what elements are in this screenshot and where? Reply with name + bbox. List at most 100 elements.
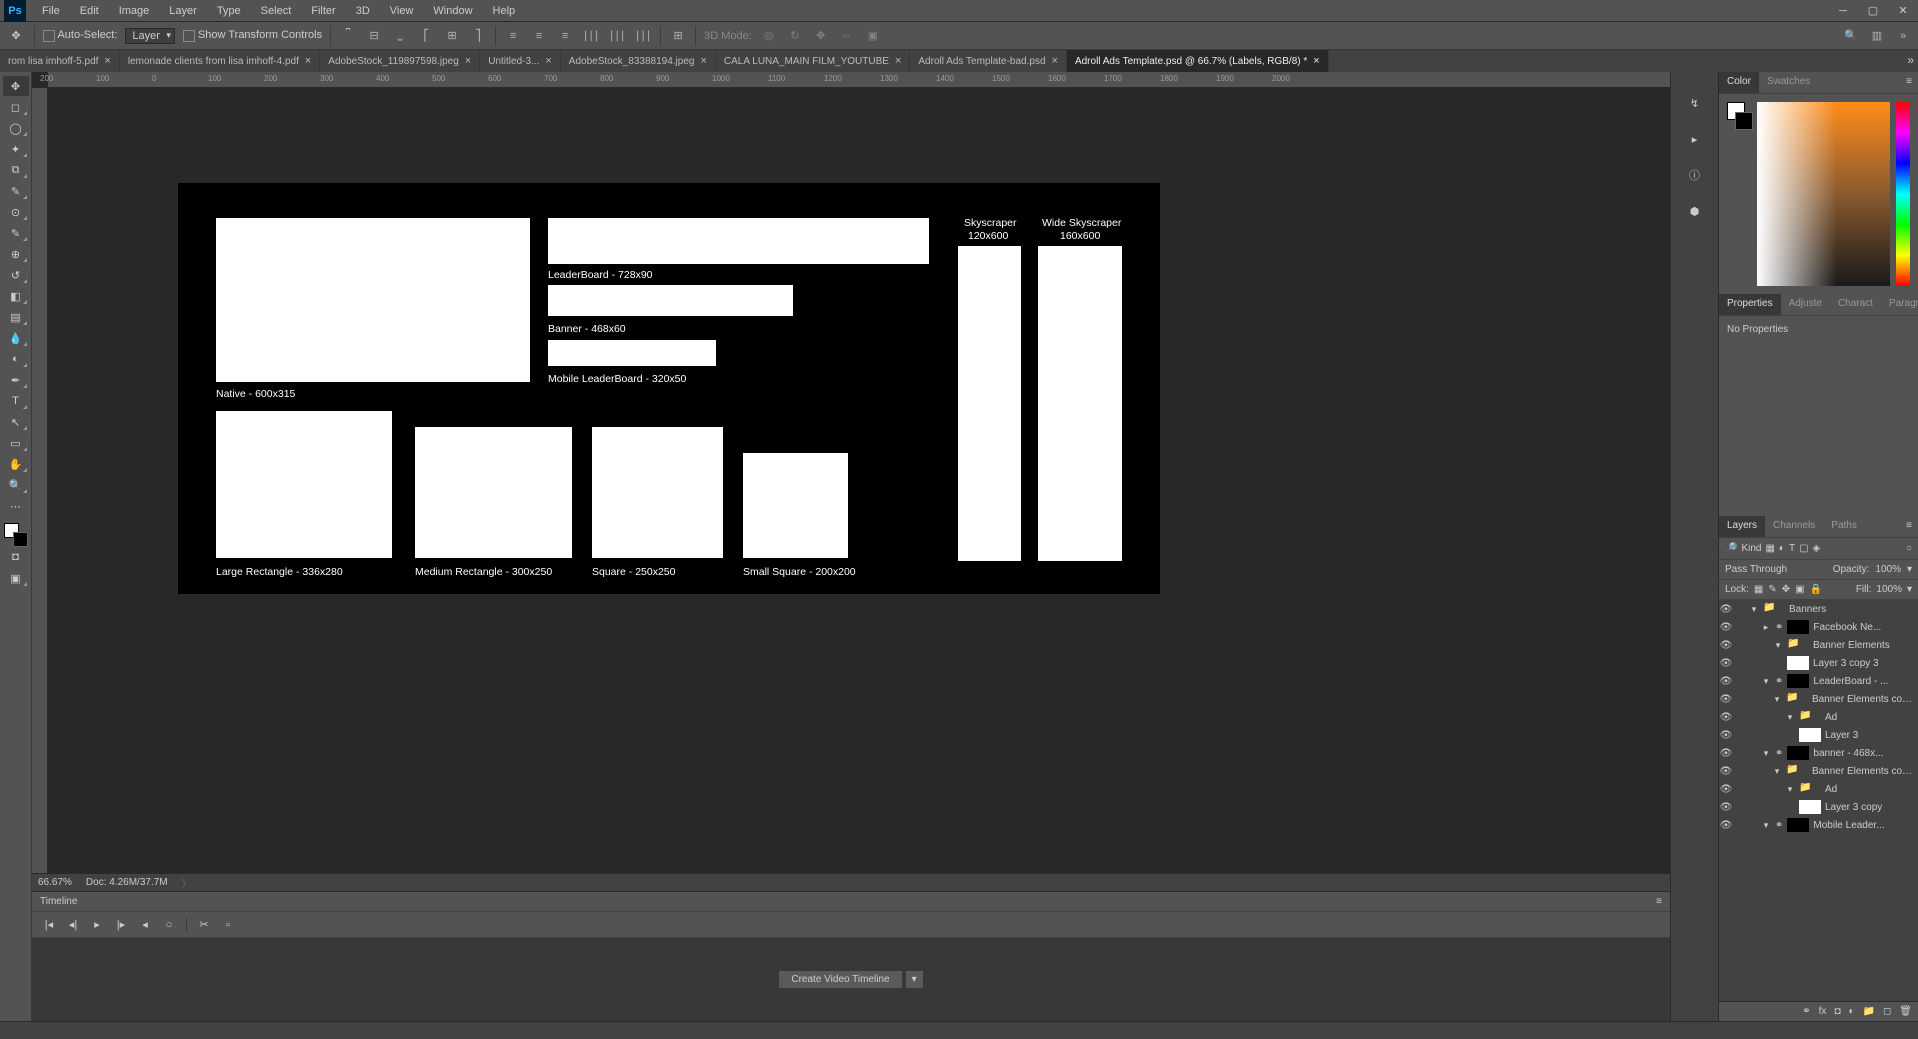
lock-transparency-icon[interactable]: ▦: [1754, 584, 1763, 595]
quick-mask-icon[interactable]: ◘: [3, 547, 29, 567]
lasso-tool[interactable]: ◯: [3, 118, 29, 138]
info-panel-icon[interactable]: ⓘ: [1684, 164, 1706, 186]
gradient-tool[interactable]: ▤: [3, 307, 29, 327]
adjustment-layer-icon[interactable]: ◐: [1848, 1006, 1854, 1017]
lock-image-icon[interactable]: ✎: [1768, 584, 1776, 595]
lock-artboard-icon[interactable]: ▣: [1795, 584, 1804, 595]
color-field[interactable]: [1757, 102, 1890, 286]
eraser-tool[interactable]: ◧: [3, 286, 29, 306]
close-tab-icon[interactable]: ×: [104, 55, 110, 67]
clone-stamp-tool[interactable]: ⊕: [3, 244, 29, 264]
filter-adjust-icon[interactable]: ◐: [1779, 543, 1785, 554]
visibility-icon[interactable]: 👁: [1719, 676, 1733, 687]
layer-name[interactable]: Banner Elements cop...: [1812, 766, 1914, 777]
close-tab-icon[interactable]: ×: [465, 55, 471, 67]
filter-type-icon[interactable]: T: [1789, 543, 1795, 554]
color-swatches[interactable]: [4, 523, 28, 547]
layer-row[interactable]: 👁▾⚭banner - 468x...: [1719, 744, 1918, 762]
create-timeline-dropdown[interactable]: ▾: [905, 970, 924, 989]
menu-file[interactable]: File: [32, 5, 70, 17]
layer-row[interactable]: 👁▾📁Ad: [1719, 708, 1918, 726]
tab-paths[interactable]: Paths: [1823, 516, 1865, 537]
history-brush-tool[interactable]: ↺: [3, 265, 29, 285]
visibility-icon[interactable]: 👁: [1719, 712, 1733, 723]
menu-image[interactable]: Image: [109, 5, 160, 17]
menu-help[interactable]: Help: [483, 5, 526, 17]
visibility-icon[interactable]: 👁: [1719, 748, 1733, 759]
eyedropper-tool[interactable]: ✎: [3, 181, 29, 201]
color-panel-menu-icon[interactable]: ≡: [1900, 72, 1918, 93]
filter-shape-icon[interactable]: ▢: [1799, 543, 1808, 554]
tab-paragraph[interactable]: Paragra: [1881, 294, 1918, 315]
document-size[interactable]: Doc: 4.26M/37.7M: [86, 877, 168, 888]
document-tab[interactable]: CALA LUNA_MAIN FILM_YOUTUBE×: [716, 50, 910, 72]
layer-row[interactable]: 👁Layer 3: [1719, 726, 1918, 744]
autoselect-target-select[interactable]: Layer: [125, 28, 175, 44]
layers-panel-menu-icon[interactable]: ≡: [1900, 516, 1918, 537]
layer-name[interactable]: LeaderBoard - ...: [1813, 676, 1888, 687]
screen-mode-icon[interactable]: ▣: [3, 568, 29, 588]
brush-tool[interactable]: ✎: [3, 223, 29, 243]
disclosure-icon[interactable]: ▾: [1761, 748, 1771, 759]
menu-filter[interactable]: Filter: [301, 5, 345, 17]
align-top-icon[interactable]: ⎴: [339, 27, 357, 45]
timeline-next-frame-icon[interactable]: |▸: [114, 918, 128, 931]
visibility-icon[interactable]: 👁: [1719, 730, 1733, 741]
tab-layers[interactable]: Layers: [1719, 516, 1765, 537]
marquee-tool[interactable]: ◻: [3, 97, 29, 117]
magic-wand-tool[interactable]: ✦: [3, 139, 29, 159]
timeline-rewind-icon[interactable]: ◂: [138, 918, 152, 931]
new-layer-icon[interactable]: ◻: [1883, 1006, 1891, 1017]
layer-row[interactable]: 👁▾📁Banner Elements cop...: [1719, 690, 1918, 708]
timeline-first-frame-icon[interactable]: |◂: [42, 918, 56, 931]
maximize-button[interactable]: ▢: [1858, 0, 1888, 22]
close-tab-icon[interactable]: ×: [1052, 55, 1058, 67]
close-tab-icon[interactable]: ×: [545, 55, 551, 67]
workspace-switcher-icon[interactable]: ▥: [1868, 27, 1886, 45]
crop-tool[interactable]: ⧉: [3, 160, 29, 180]
timeline-prev-frame-icon[interactable]: ◂|: [66, 918, 80, 931]
distribute-hcenter-icon[interactable]: ∣∣∣: [608, 27, 626, 45]
visibility-icon[interactable]: 👁: [1719, 802, 1733, 813]
blend-mode-select[interactable]: Pass Through: [1725, 564, 1827, 575]
menu-3d[interactable]: 3D: [346, 5, 380, 17]
align-bottom-icon[interactable]: ⎵: [391, 27, 409, 45]
tab-properties[interactable]: Properties: [1719, 294, 1781, 315]
layer-row[interactable]: 👁▾📁Banner Elements: [1719, 636, 1918, 654]
opacity-value[interactable]: 100%: [1875, 564, 1901, 575]
expand-panels-icon[interactable]: »: [1894, 27, 1912, 45]
visibility-icon[interactable]: 👁: [1719, 604, 1733, 615]
zoom-level[interactable]: 66.67%: [38, 877, 72, 888]
visibility-icon[interactable]: 👁: [1719, 694, 1733, 705]
path-select-tool[interactable]: ↖: [3, 412, 29, 432]
disclosure-icon[interactable]: ▸: [1761, 622, 1771, 633]
create-video-timeline-button[interactable]: Create Video Timeline: [778, 970, 902, 989]
layer-name[interactable]: Ad: [1825, 712, 1837, 723]
layer-row[interactable]: 👁▾📁Ad: [1719, 780, 1918, 798]
hand-tool[interactable]: ✋: [3, 454, 29, 474]
filter-search-icon[interactable]: 🔎: [1725, 543, 1737, 554]
layer-name[interactable]: Banner Elements: [1813, 640, 1890, 651]
menu-window[interactable]: Window: [423, 5, 482, 17]
visibility-icon[interactable]: 👁: [1719, 820, 1733, 831]
healing-brush-tool[interactable]: ⊙: [3, 202, 29, 222]
blur-tool[interactable]: 💧: [3, 328, 29, 348]
disclosure-icon[interactable]: ▾: [1749, 604, 1759, 615]
disclosure-icon[interactable]: ▾: [1761, 676, 1771, 687]
document-tab[interactable]: rom lisa imhoff-5.pdf×: [0, 50, 120, 72]
tab-color[interactable]: Color: [1719, 72, 1759, 93]
layer-group-icon[interactable]: 📁: [1863, 1006, 1875, 1017]
layers-tree[interactable]: 👁▾📁Banners👁▸⚭Facebook Ne...👁▾📁Banner Ele…: [1719, 600, 1918, 1001]
visibility-icon[interactable]: 👁: [1719, 658, 1733, 669]
filter-smart-icon[interactable]: ◈: [1813, 543, 1821, 554]
visibility-icon[interactable]: 👁: [1719, 784, 1733, 795]
layer-name[interactable]: banner - 468x...: [1813, 748, 1883, 759]
tabs-overflow-icon[interactable]: »: [1907, 53, 1914, 67]
timeline-split-icon[interactable]: ✂: [197, 918, 211, 931]
distribute-vcenter-icon[interactable]: ≡: [530, 27, 548, 45]
layer-name[interactable]: Mobile Leader...: [1813, 820, 1884, 831]
layer-name[interactable]: Banner Elements cop...: [1812, 694, 1914, 705]
menu-select[interactable]: Select: [251, 5, 302, 17]
distribute-right-icon[interactable]: ∣∣∣: [634, 27, 652, 45]
layer-row[interactable]: 👁▾📁Banners: [1719, 600, 1918, 618]
